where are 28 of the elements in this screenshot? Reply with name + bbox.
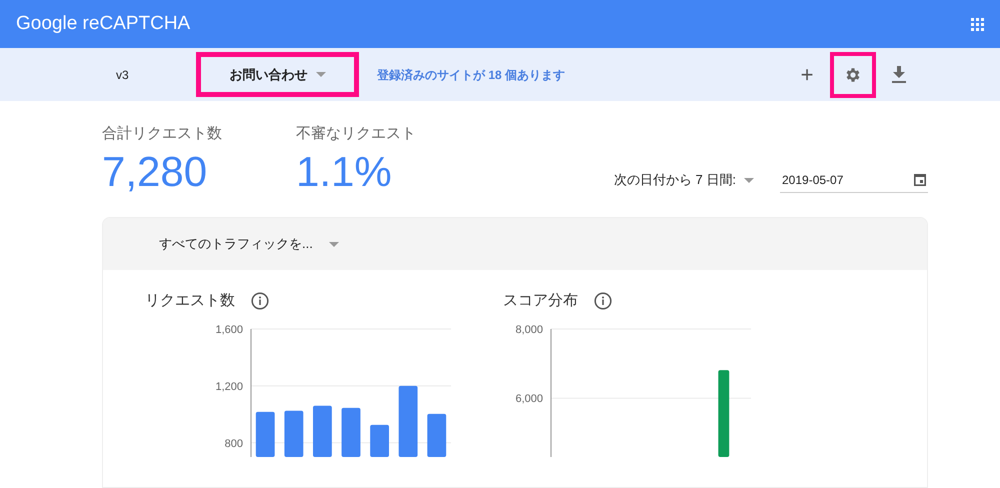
- axis-tick-label: 6,000: [515, 393, 543, 406]
- info-icon[interactable]: [251, 292, 269, 310]
- traffic-filter-dropdown[interactable]: すべてのトラフィックを...: [159, 234, 339, 254]
- axis-tick-label: 1,200: [215, 380, 243, 393]
- stat-value: 7,280: [102, 146, 208, 196]
- stat-label: 合計リクエスト数: [102, 124, 223, 144]
- add-button[interactable]: +: [784, 52, 830, 98]
- axis-tick-label: 1,600: [215, 324, 243, 336]
- download-icon: [892, 66, 906, 83]
- site-selector[interactable]: お問い合わせ: [196, 52, 359, 97]
- apps-grid-icon[interactable]: [971, 18, 984, 30]
- date-field[interactable]: 2019-05-07: [780, 167, 928, 193]
- stat-label: 不審なリクエスト: [296, 124, 417, 144]
- axis-tick-label: 8,000: [515, 324, 543, 336]
- chart-title: リクエスト数: [145, 290, 235, 311]
- axis-tick-label: 800: [224, 438, 243, 450]
- calendar-icon: [914, 173, 926, 186]
- stat-value: 1.1%: [296, 146, 393, 196]
- version-label: v3: [116, 66, 130, 84]
- settings-icon: [844, 66, 862, 84]
- settings-button[interactable]: [830, 52, 876, 98]
- caret-icon: [328, 242, 339, 246]
- date-range-dropdown[interactable]: 次の日付から 7 日間:: [614, 170, 754, 190]
- info-icon[interactable]: [594, 292, 612, 310]
- caret-icon: [744, 178, 754, 182]
- chart-title: スコア分布: [503, 290, 578, 311]
- app-title: Google reCAPTCHA: [16, 12, 190, 36]
- caret-icon: [316, 72, 326, 77]
